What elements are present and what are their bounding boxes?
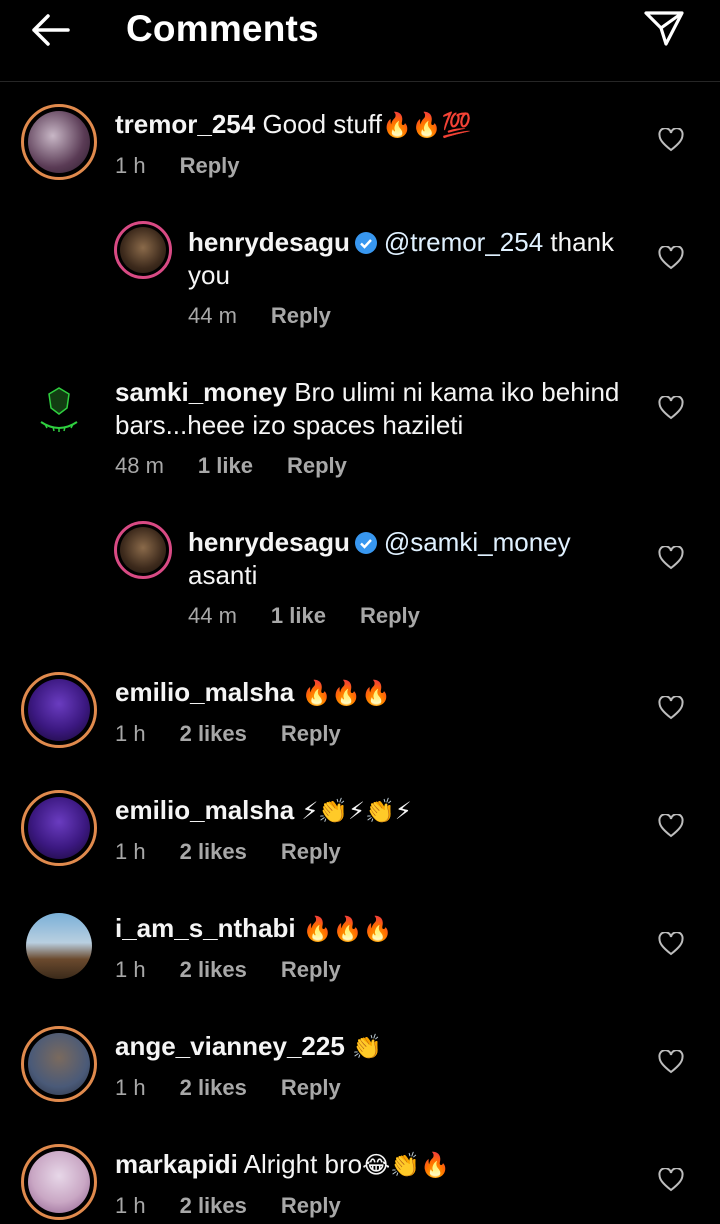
comment-username[interactable]: emilio_malsha	[115, 677, 294, 707]
heart-icon[interactable]	[658, 1168, 684, 1192]
comment-emojis: 👏	[352, 1033, 382, 1061]
avatar[interactable]	[114, 521, 172, 579]
heart-icon[interactable]	[658, 1050, 684, 1074]
heart-icon[interactable]	[658, 696, 684, 720]
reply-button[interactable]: Reply	[281, 721, 341, 746]
like-count[interactable]: 2 likes	[180, 721, 247, 746]
comment-text: Alright bro	[243, 1149, 363, 1179]
share-button[interactable]	[642, 8, 688, 48]
comment-emojis: 🔥🔥💯	[381, 111, 472, 139]
comment-username[interactable]: samki_money	[115, 377, 287, 407]
comment-emojis: 🔥🔥🔥	[302, 915, 393, 943]
comment-time: 1 h	[115, 839, 146, 864]
avatar[interactable]	[114, 221, 172, 279]
paper-plane-icon	[644, 11, 684, 46]
arrow-left-icon	[32, 14, 70, 46]
avatar[interactable]	[21, 672, 97, 748]
reply-button[interactable]: Reply	[271, 303, 331, 328]
reply-button[interactable]: Reply	[287, 453, 347, 478]
comment-time: 1 h	[115, 957, 146, 982]
comment-emojis: ⚡👏⚡👏⚡	[301, 797, 412, 825]
heart-icon[interactable]	[658, 814, 684, 838]
like-count[interactable]: 2 likes	[180, 1193, 247, 1218]
page-title: Comments	[126, 8, 319, 49]
comments-header: Comments	[0, 0, 720, 82]
avatar[interactable]	[21, 372, 97, 448]
comment-username[interactable]: henrydesagu	[188, 527, 350, 557]
heart-icon[interactable]	[658, 128, 684, 152]
like-count[interactable]: 2 likes	[180, 839, 247, 864]
heart-icon[interactable]	[658, 546, 684, 570]
like-count[interactable]: 2 likes	[180, 957, 247, 982]
comment-username[interactable]: markapidi	[115, 1149, 238, 1179]
reply-button[interactable]: Reply	[281, 1075, 341, 1100]
comment-username[interactable]: i_am_s_nthabi	[115, 913, 296, 943]
comment-time: 48 m	[115, 453, 164, 478]
mention-link[interactable]: @tremor_254	[384, 227, 543, 257]
avatar[interactable]	[21, 104, 97, 180]
avatar[interactable]	[21, 790, 97, 866]
mention-link[interactable]: @samki_money	[384, 527, 571, 557]
reply-button[interactable]: Reply	[281, 1193, 341, 1218]
comment-username[interactable]: tremor_254	[115, 109, 255, 139]
comment-text: asanti	[188, 560, 258, 590]
avatar[interactable]	[21, 1026, 97, 1102]
comment-time: 1 h	[115, 153, 146, 178]
like-count[interactable]: 1 like	[271, 603, 326, 628]
comment-username[interactable]: ange_vianney_225	[115, 1031, 345, 1061]
reply-button[interactable]: Reply	[180, 153, 240, 178]
reply-button[interactable]: Reply	[281, 957, 341, 982]
heart-icon[interactable]	[658, 932, 684, 956]
like-count[interactable]: 2 likes	[180, 1075, 247, 1100]
heart-icon[interactable]	[658, 246, 684, 270]
verified-badge-icon	[354, 232, 377, 254]
heart-icon[interactable]	[658, 396, 684, 420]
comment-time: 44 m	[188, 303, 237, 328]
comment-emojis: 😂👏🔥	[362, 1151, 450, 1179]
avatar[interactable]	[26, 913, 92, 979]
verified-badge-icon	[354, 532, 377, 554]
reply-button[interactable]: Reply	[281, 839, 341, 864]
comment-text: Good stuff	[262, 109, 382, 139]
comment-time: 1 h	[115, 1075, 146, 1100]
back-button[interactable]	[28, 10, 72, 50]
panther-logo-icon	[40, 387, 78, 432]
like-count[interactable]: 1 like	[198, 453, 253, 478]
comment-emojis: 🔥🔥🔥	[301, 679, 392, 707]
comment-time: 44 m	[188, 603, 237, 628]
comment-username[interactable]: henrydesagu	[188, 227, 350, 257]
avatar[interactable]	[21, 1144, 97, 1220]
comment-time: 1 h	[115, 1193, 146, 1218]
comment-time: 1 h	[115, 721, 146, 746]
reply-button[interactable]: Reply	[360, 603, 420, 628]
comment-username[interactable]: emilio_malsha	[115, 795, 294, 825]
